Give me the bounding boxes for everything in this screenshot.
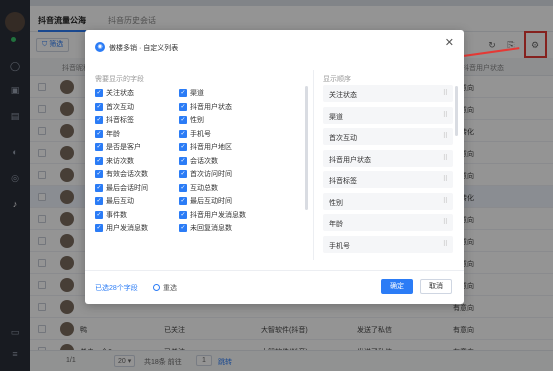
custom-columns-dialog: ◉ 傲楼多销 · 自定义列表 ✕ 需要显示的字段 显示顺序 ✓ 关注状态 ✓ 首次互动…: [85, 30, 464, 304]
checkbox-checked-icon[interactable]: ✓: [95, 89, 103, 97]
checkbox-checked-icon[interactable]: ✓: [179, 143, 187, 151]
field-label: 渠道: [190, 90, 204, 97]
order-item-label: 渠道: [329, 113, 343, 121]
field-label: 互动总数: [190, 184, 218, 192]
checkbox-checked-icon[interactable]: ✓: [95, 102, 103, 111]
field-label: 未回复消息数: [190, 225, 232, 232]
dialog-title: 傲楼多销 · 自定义列表: [109, 45, 179, 52]
drag-handle-icon[interactable]: ⠿: [443, 218, 448, 226]
field-label: 最后会话时间: [106, 184, 148, 192]
field-label: 手机号: [190, 130, 211, 138]
checkbox-checked-icon[interactable]: ✓: [95, 170, 103, 178]
dialog-header: ◉ 傲楼多销 · 自定义列表 ✕: [85, 30, 464, 62]
drag-handle-icon[interactable]: ⠿: [443, 111, 448, 119]
field-label: 首次访问时间: [190, 171, 232, 178]
confirm-button[interactable]: 确定: [381, 279, 413, 294]
checkbox-checked-icon[interactable]: ✓: [179, 89, 187, 97]
order-item-label: 关注状态: [329, 92, 357, 99]
field-label: 抖音用户地区: [190, 144, 232, 151]
order-item[interactable]: 抖音用户状态 ⠿: [323, 149, 453, 167]
cancel-button[interactable]: 取消: [420, 279, 452, 294]
checkbox-checked-icon[interactable]: ✓: [179, 210, 187, 219]
checkbox-checked-icon[interactable]: ✓: [95, 224, 103, 232]
checkbox-checked-icon[interactable]: ✓: [179, 116, 187, 124]
field-label: 用户发消息数: [106, 225, 148, 232]
field-label: 性别: [190, 117, 204, 124]
field-label: 会话次数: [190, 157, 218, 165]
order-item-label: 手机号: [329, 242, 350, 250]
field-label: 抖音标签: [106, 117, 134, 124]
order-item-label: 年龄: [329, 221, 343, 228]
dialog-footer: 已选28个字段 重选 确定 取消: [85, 270, 464, 304]
panel-divider: [313, 70, 314, 260]
order-item[interactable]: 渠道 ⠿: [323, 106, 453, 124]
checkbox-checked-icon[interactable]: ✓: [95, 143, 103, 151]
checkbox-checked-icon[interactable]: ✓: [95, 183, 103, 192]
order-item[interactable]: 年龄 ⠿: [323, 214, 453, 231]
checkbox-checked-icon[interactable]: ✓: [95, 197, 103, 205]
order-item[interactable]: 性别 ⠿: [323, 192, 453, 210]
checkbox-checked-icon[interactable]: ✓: [95, 129, 103, 138]
checkbox-checked-icon[interactable]: ✓: [179, 129, 187, 138]
field-label: 事件数: [106, 211, 127, 219]
checkbox-checked-icon[interactable]: ✓: [95, 156, 103, 165]
order-item-label: 性别: [329, 199, 343, 207]
order-item[interactable]: 关注状态 ⠿: [323, 85, 453, 102]
order-item[interactable]: 手机号 ⠿: [323, 235, 453, 253]
checkbox-checked-icon[interactable]: ✓: [179, 183, 187, 192]
order-item-label: 首次互动: [329, 135, 357, 142]
checkbox-checked-icon[interactable]: ✓: [95, 210, 103, 219]
fields-section-label: 需要显示的字段: [95, 76, 144, 83]
checkbox-checked-icon[interactable]: ✓: [179, 170, 187, 178]
field-label: 有效会话次数: [106, 171, 148, 178]
checkbox-checked-icon[interactable]: ✓: [179, 102, 187, 111]
checkbox-checked-icon[interactable]: ✓: [179, 156, 187, 165]
field-label: 年龄: [106, 130, 120, 138]
field-label: 最后互动时间: [190, 198, 232, 205]
checkbox-checked-icon[interactable]: ✓: [179, 224, 187, 232]
selected-count: 已选28个字段: [95, 285, 138, 292]
field-label: 抖音用户状态: [190, 103, 232, 111]
drag-handle-icon[interactable]: ⠿: [443, 175, 448, 183]
drag-handle-icon[interactable]: ⠿: [443, 240, 448, 248]
order-item[interactable]: 首次互动 ⠿: [323, 128, 453, 145]
field-label: 抖音用户发消息数: [190, 211, 246, 219]
order-item-label: 抖音标签: [329, 178, 357, 185]
field-label: 是否是客户: [106, 144, 141, 151]
reset-icon: [153, 284, 160, 291]
field-label: 首次互动: [106, 103, 134, 111]
close-icon[interactable]: ✕: [445, 36, 454, 49]
drag-handle-icon[interactable]: ⠿: [443, 132, 448, 140]
app-logo-icon: ◉: [95, 42, 105, 52]
order-section-label: 显示顺序: [323, 76, 351, 83]
reset-label: 重选: [163, 285, 177, 292]
reset-button[interactable]: 重选: [153, 283, 177, 293]
order-scrollbar[interactable]: [455, 86, 458, 136]
order-item-label: 抖音用户状态: [329, 156, 371, 164]
checkbox-checked-icon[interactable]: ✓: [95, 116, 103, 124]
order-item[interactable]: 抖音标签 ⠿: [323, 171, 453, 188]
field-label: 来访次数: [106, 157, 134, 165]
field-label: 最后互动: [106, 198, 134, 205]
drag-handle-icon[interactable]: ⠿: [443, 197, 448, 205]
fields-scrollbar[interactable]: [305, 86, 308, 210]
drag-handle-icon[interactable]: ⠿: [443, 89, 448, 97]
field-label: 关注状态: [106, 90, 134, 97]
checkbox-checked-icon[interactable]: ✓: [179, 197, 187, 205]
drag-handle-icon[interactable]: ⠿: [443, 154, 448, 162]
